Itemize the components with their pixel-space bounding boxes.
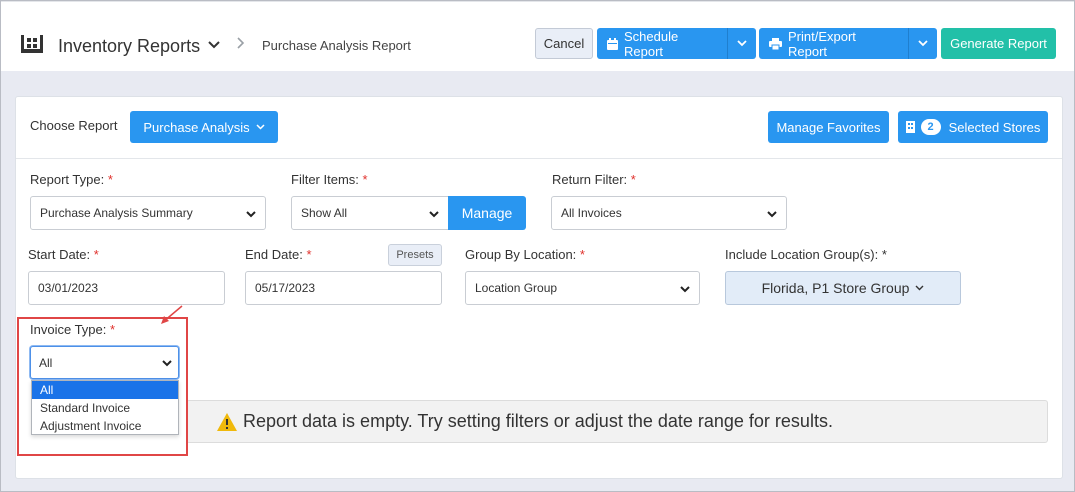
print-export-button[interactable]: Print/Export Report (759, 28, 909, 59)
start-date-input[interactable]: 03/01/2023 (28, 271, 225, 305)
print-export-label: Print/Export Report (788, 28, 856, 59)
empty-data-alert: Report data is empty. Try setting filter… (186, 400, 1048, 443)
filter-items-label: Filter Items: * (291, 172, 368, 187)
breadcrumb: Purchase Analysis Report (262, 38, 411, 53)
chevron-down-icon (256, 124, 265, 130)
invoice-type-option-all[interactable]: All (32, 381, 178, 399)
start-date-label: Start Date: * (28, 247, 99, 262)
chevron-down-icon[interactable] (208, 38, 220, 52)
required-mark: * (630, 172, 636, 187)
print-export-dropdown-toggle[interactable] (909, 28, 937, 59)
return-filter-select[interactable]: All Invoices (551, 196, 787, 230)
chevron-down-icon (918, 40, 928, 47)
chevron-down-icon (915, 285, 924, 291)
invoice-type-option-standard[interactable]: Standard Invoice (32, 399, 178, 417)
return-filter-value: All Invoices (561, 206, 622, 220)
cancel-button[interactable]: Cancel (535, 28, 593, 59)
required-mark: * (362, 172, 368, 187)
presets-button[interactable]: Presets (388, 244, 442, 266)
manage-button[interactable]: Manage (448, 196, 526, 230)
chevron-down-icon (429, 211, 439, 218)
report-type-label-text: Report Type: (30, 172, 105, 187)
choose-report-label: Choose Report (30, 118, 118, 133)
breadcrumb-separator-icon (237, 36, 245, 53)
calendar-icon (607, 37, 618, 50)
schedule-report-split-button: Schedule Report (597, 28, 756, 59)
invoice-type-dropdown: All Standard Invoice Adjustment Invoice (31, 380, 179, 435)
schedule-report-label: Schedule Report (624, 28, 679, 59)
invoice-type-label-text: Invoice Type: (30, 322, 107, 337)
schedule-report-dropdown-toggle[interactable] (728, 28, 756, 59)
return-filter-label-text: Return Filter: (552, 172, 628, 187)
invoice-type-select[interactable]: All (30, 346, 179, 379)
arrow-icon (161, 305, 183, 324)
start-date-label-text: Start Date: (28, 247, 91, 262)
divider (16, 158, 1062, 159)
return-filter-label: Return Filter: * (552, 172, 636, 187)
invoice-type-option-adjustment[interactable]: Adjustment Invoice (32, 417, 178, 435)
group-by-location-select[interactable]: Location Group (465, 271, 700, 305)
location-groups-value: Florida, P1 Store Group (761, 280, 910, 296)
empty-data-message: Report data is empty. Try setting filter… (243, 411, 833, 431)
location-groups-label: Include Location Group(s): * (725, 247, 887, 262)
invoice-type-label: Invoice Type: * (30, 322, 115, 337)
chevron-down-icon (680, 286, 690, 293)
stores-count-badge: 2 (920, 119, 941, 135)
choose-report-button[interactable]: Purchase Analysis (130, 111, 278, 143)
report-type-label: Report Type: * (30, 172, 113, 187)
required-mark: * (579, 247, 585, 262)
required-mark: * (107, 172, 113, 187)
end-date-input[interactable]: 05/17/2023 (245, 271, 442, 305)
required-mark: * (93, 247, 99, 262)
report-type-select[interactable]: Purchase Analysis Summary (30, 196, 266, 230)
choose-report-button-label: Purchase Analysis (143, 119, 250, 135)
end-date-label: End Date: * (245, 247, 312, 262)
print-export-split-button: Print/Export Report (759, 28, 937, 59)
generate-report-button[interactable]: Generate Report (941, 28, 1056, 59)
location-groups-label-text: Include Location Group(s): (725, 247, 879, 262)
page-title[interactable]: Inventory Reports (58, 36, 200, 57)
required-mark: * (306, 247, 312, 262)
filter-items-value: Show All (301, 206, 348, 220)
group-by-location-label: Group By Location: * (465, 247, 585, 262)
filter-items-select[interactable]: Show All (291, 196, 449, 230)
chevron-down-icon (246, 211, 256, 218)
chevron-down-icon (162, 360, 172, 367)
location-groups-dropdown[interactable]: Florida, P1 Store Group (725, 271, 961, 305)
warning-icon (217, 412, 237, 431)
inventory-icon (21, 35, 43, 53)
schedule-report-button[interactable]: Schedule Report (597, 28, 728, 59)
group-by-location-value: Location Group (475, 281, 558, 295)
manage-favorites-button[interactable]: Manage Favorites (768, 111, 889, 143)
selected-stores-button[interactable]: 2 Selected Stores (898, 111, 1048, 143)
building-icon (905, 121, 915, 133)
required-mark: * (110, 322, 116, 337)
required-mark: * (881, 247, 887, 262)
group-by-location-label-text: Group By Location: (465, 247, 577, 262)
end-date-label-text: End Date: (245, 247, 303, 262)
chevron-down-icon (737, 40, 747, 47)
report-type-value: Purchase Analysis Summary (40, 206, 193, 220)
selected-stores-label: Selected Stores (948, 119, 1041, 135)
printer-icon (769, 37, 782, 50)
chevron-down-icon (767, 211, 777, 218)
filter-items-label-text: Filter Items: (291, 172, 359, 187)
invoice-type-value: All (39, 355, 53, 370)
